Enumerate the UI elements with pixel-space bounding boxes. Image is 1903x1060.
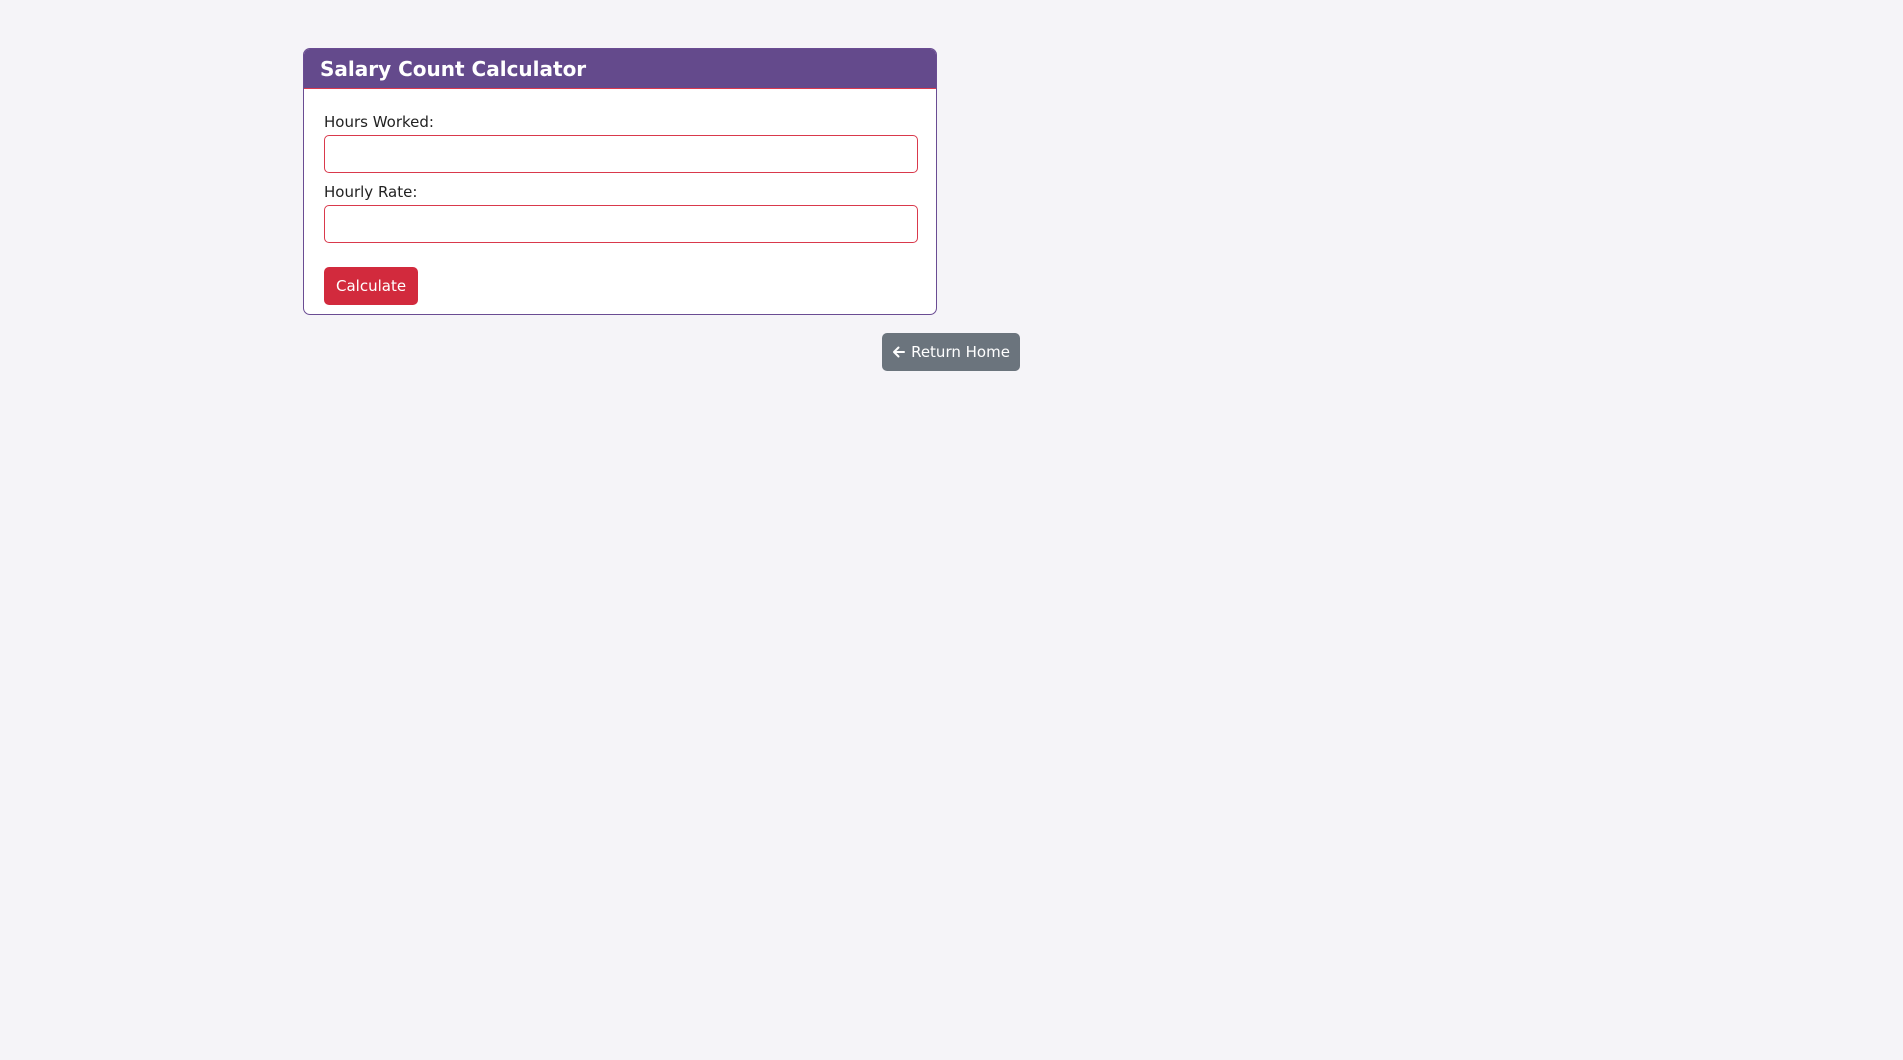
page-title: Salary Count Calculator [320,56,587,81]
hours-worked-label: Hours Worked: [324,113,434,131]
arrow-left-icon [892,345,906,359]
calculate-button[interactable]: Calculate [324,267,419,305]
hourly-rate-input[interactable] [324,205,918,243]
return-home-label: Return Home [911,343,1010,361]
card-header: Salary Count Calculator [304,49,936,89]
hours-worked-input[interactable] [324,135,918,173]
return-home-button[interactable]: Return Home [882,333,1020,371]
salary-calculator-card: Salary Count Calculator Hours Worked: Ho… [303,48,937,315]
hourly-rate-label: Hourly Rate: [324,183,418,201]
calculator-form: Hours Worked: Hourly Rate: Calculate [304,89,936,314]
